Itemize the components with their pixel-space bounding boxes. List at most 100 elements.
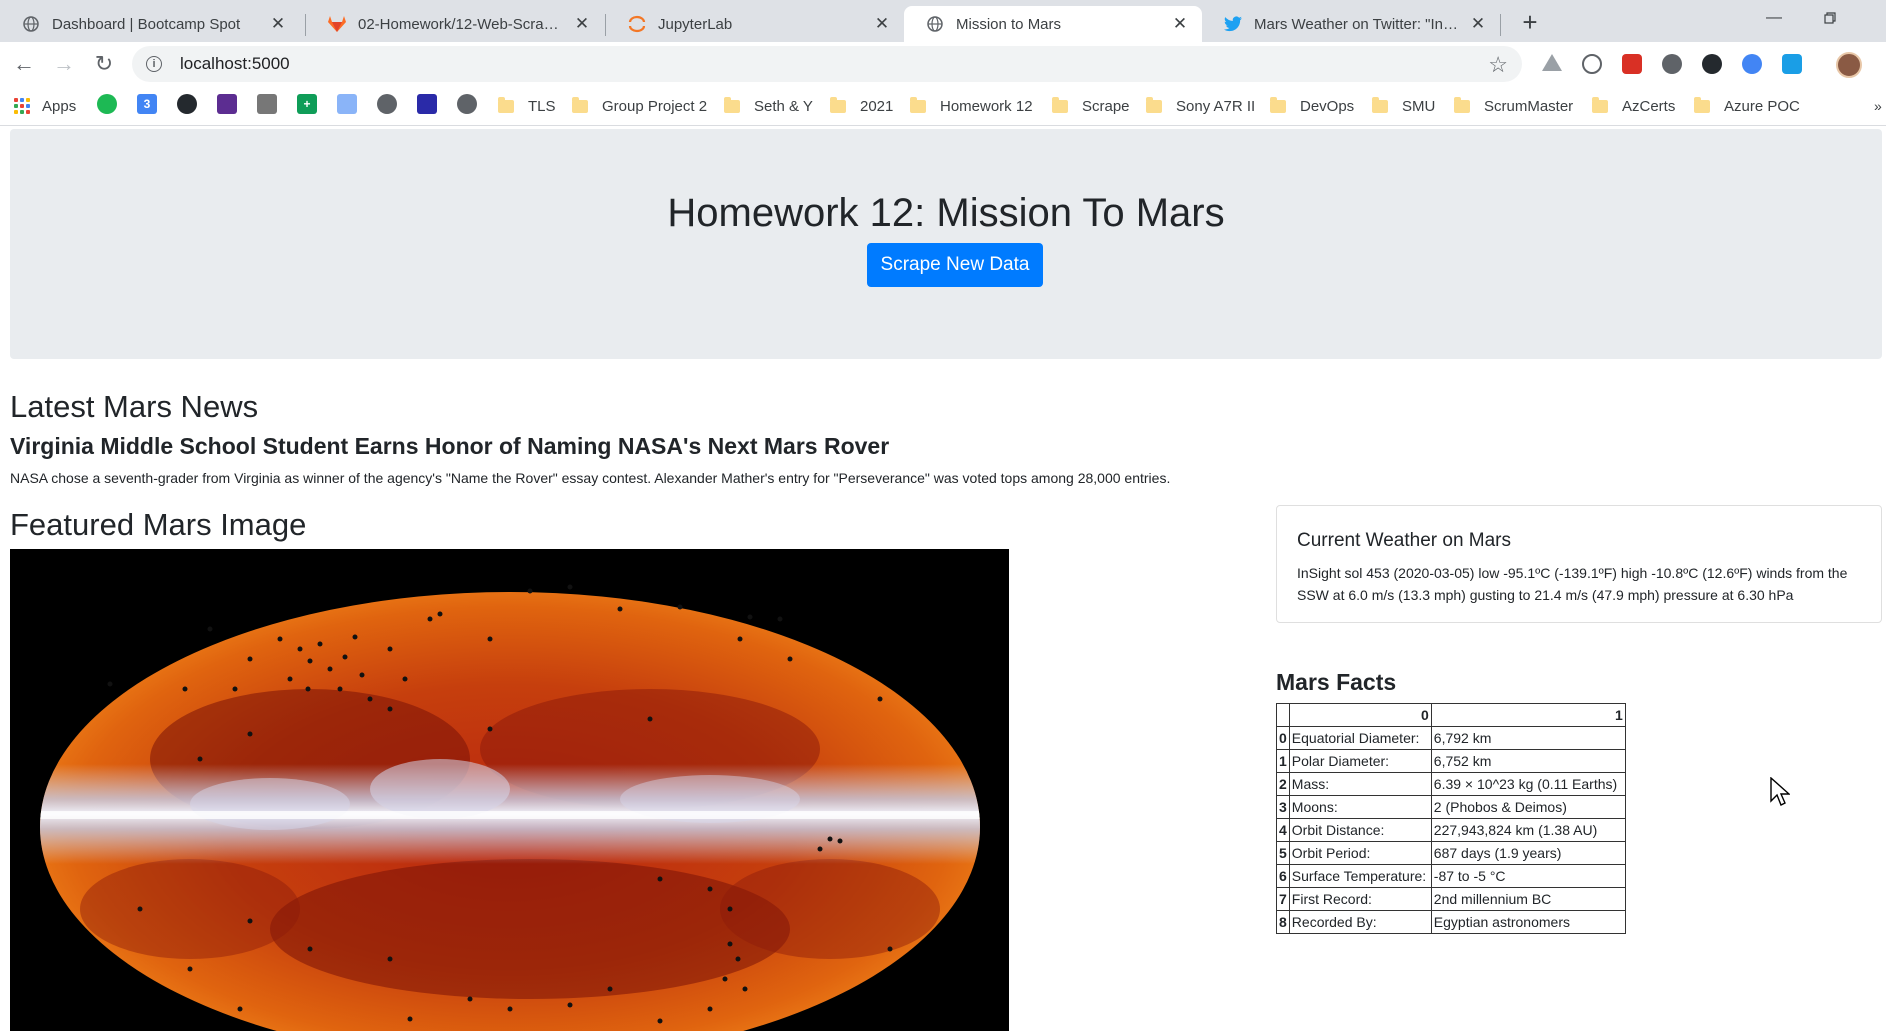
bookmark-folder[interactable]: Scrape	[1052, 94, 1130, 118]
bookmark-folder[interactable]: Homework 12	[910, 94, 1033, 118]
close-tab-icon[interactable]: ✕	[1468, 14, 1488, 34]
folder-icon	[1694, 96, 1710, 113]
page-title: Homework 12: Mission To Mars	[667, 191, 1225, 235]
table-header-row: 0 1	[1276, 703, 1626, 727]
github-bookmark-icon[interactable]	[177, 94, 197, 114]
bookmark-folder[interactable]: 2021	[830, 94, 893, 118]
table-row: 4 Orbit Distance: 227,943,824 km (1.38 AU)	[1276, 818, 1626, 842]
close-tab-icon[interactable]: ✕	[572, 14, 592, 34]
twitter-icon	[1224, 15, 1242, 33]
folder-icon	[910, 96, 926, 113]
restore-icon[interactable]	[1802, 4, 1858, 32]
calendar-bookmark-icon[interactable]: 3	[137, 94, 157, 114]
table-row: 0 Equatorial Diameter: 6,792 km	[1276, 726, 1626, 750]
globe-bookmark-icon[interactable]	[377, 94, 397, 114]
globe-bookmark-icon[interactable]	[457, 94, 477, 114]
tab-mars-weather-twitter[interactable]: Mars Weather on Twitter: "InSight ✕	[1202, 6, 1500, 42]
pulse-extension-icon[interactable]	[1742, 54, 1762, 74]
bookmark-star-icon[interactable]: ☆	[1488, 52, 1508, 78]
fact-value: 6,792 km	[1430, 726, 1626, 750]
url-text[interactable]: localhost:5000	[180, 54, 290, 74]
address-bar[interactable]: i localhost:5000 ☆	[132, 46, 1522, 82]
visual-studio-bookmark-icon[interactable]	[217, 94, 237, 114]
checkmark-extension-icon[interactable]	[1582, 54, 1602, 74]
table-row: 7 First Record: 2nd millennium BC	[1276, 887, 1626, 911]
weather-title: Current Weather on Mars	[1297, 530, 1512, 551]
profile-avatar[interactable]	[1836, 52, 1862, 78]
bookmark-folder[interactable]: TLS	[498, 94, 556, 118]
folder-icon	[572, 96, 588, 113]
fact-value: 2nd millennium BC	[1430, 887, 1626, 911]
bookmark-folder[interactable]: DevOps	[1270, 94, 1354, 118]
gitlab-icon	[328, 15, 346, 33]
close-tab-icon[interactable]: ✕	[1170, 14, 1190, 34]
page-content: Homework 12: Mission To Mars Scrape New …	[0, 127, 1886, 1031]
tab-jupyterlab[interactable]: JupyterLab ✕	[606, 6, 904, 42]
row-index: 8	[1276, 910, 1290, 934]
bookmark-folder[interactable]: Group Project 2	[572, 94, 707, 118]
tab-gitlab[interactable]: 02-Homework/12-Web-Scraping ✕	[306, 6, 604, 42]
fact-value: -87 to -5 °C	[1430, 864, 1626, 888]
bookmark-folder[interactable]: ScrumMaster	[1454, 94, 1573, 118]
bookmark-folder[interactable]: SMU	[1372, 94, 1435, 118]
folder-icon	[1454, 96, 1470, 113]
fact-label: Mass:	[1288, 772, 1432, 796]
fact-value: 2 (Phobos & Deimos)	[1430, 795, 1626, 819]
tab-dashboard[interactable]: Dashboard | Bootcamp Spot ✕	[0, 6, 300, 42]
fact-label: Orbit Period:	[1288, 841, 1432, 865]
folder-icon	[1592, 96, 1608, 113]
lastpass-extension-icon[interactable]	[1622, 54, 1642, 74]
drive-bookmark-icon[interactable]	[337, 94, 357, 114]
fact-label: Polar Diameter:	[1288, 749, 1432, 773]
fact-label: Orbit Distance:	[1288, 818, 1432, 842]
bookmark-folder[interactable]: Seth & Y	[724, 94, 813, 118]
latest-news-heading: Latest Mars News	[10, 389, 259, 424]
close-tab-icon[interactable]: ✕	[268, 14, 288, 34]
bookmark-folder[interactable]: Sony A7R II	[1146, 94, 1255, 118]
tab-mission-to-mars[interactable]: Mission to Mars ✕	[904, 6, 1202, 42]
news-teaser: NASA chose a seventh-grader from Virgini…	[10, 470, 1171, 486]
window-extension-icon[interactable]	[1782, 54, 1802, 74]
fact-value: 6.39 × 10^23 kg (0.11 Earths)	[1430, 772, 1626, 796]
printer-bookmark-icon[interactable]	[257, 94, 277, 114]
fact-label: First Record:	[1288, 887, 1432, 911]
news-headline: Virginia Middle School Student Earns Hon…	[10, 433, 890, 459]
weather-text: InSight sol 453 (2020-03-05) low -95.1ºC…	[1297, 565, 1848, 603]
site-info-icon[interactable]: i	[146, 56, 162, 72]
minimize-icon[interactable]: —	[1746, 4, 1802, 32]
row-index: 3	[1276, 795, 1290, 819]
spotify-bookmark-icon[interactable]	[97, 94, 117, 114]
scrape-new-data-button[interactable]: Scrape New Data	[867, 243, 1043, 287]
sheets-bookmark-icon[interactable]: +	[297, 94, 317, 114]
close-tab-icon[interactable]: ✕	[872, 14, 892, 34]
tab-divider	[1500, 14, 1501, 36]
mars-facts-table: 0 1 0 Equatorial Diameter: 6,792 km 1 Polar…	[1276, 703, 1626, 934]
featured-mars-image[interactable]	[10, 549, 1009, 1031]
fact-label: Surface Temperature:	[1288, 864, 1432, 888]
mars-facts-heading: Mars Facts	[1276, 669, 1397, 695]
bookmark-folder[interactable]: AzCerts	[1592, 94, 1675, 118]
circle-extension-icon[interactable]	[1662, 54, 1682, 74]
drive-extension-icon[interactable]	[1542, 54, 1562, 71]
tab-title: JupyterLab	[658, 15, 733, 33]
row-index: 5	[1276, 841, 1290, 865]
new-tab-plus-icon[interactable]: +	[1516, 7, 1544, 37]
github-extension-icon[interactable]	[1702, 54, 1722, 74]
table-header-cell: 1	[1430, 703, 1626, 727]
jumbotron-header: Homework 12: Mission To Mars Scrape New …	[10, 129, 1882, 359]
row-index: 0	[1276, 726, 1290, 750]
folder-icon	[830, 96, 846, 113]
bookmark-apps[interactable]: Apps	[14, 94, 76, 118]
back-arrow-icon[interactable]: ←	[8, 48, 40, 80]
forward-arrow-icon[interactable]: →	[48, 48, 80, 80]
tab-title: Dashboard | Bootcamp Spot	[52, 15, 241, 33]
table-row: 3 Moons: 2 (Phobos & Deimos)	[1276, 795, 1626, 819]
reload-icon[interactable]: ↻	[88, 48, 120, 80]
bookmark-folder[interactable]: Azure POC	[1694, 94, 1800, 118]
chart-bookmark-icon[interactable]	[417, 94, 437, 114]
globe-icon	[926, 15, 944, 33]
table-header-cell: 0	[1288, 703, 1432, 727]
bookmarks-overflow-chevron-icon[interactable]: »	[1874, 94, 1882, 118]
fact-value: Egyptian astronomers	[1430, 910, 1626, 934]
folder-icon	[1146, 96, 1162, 113]
